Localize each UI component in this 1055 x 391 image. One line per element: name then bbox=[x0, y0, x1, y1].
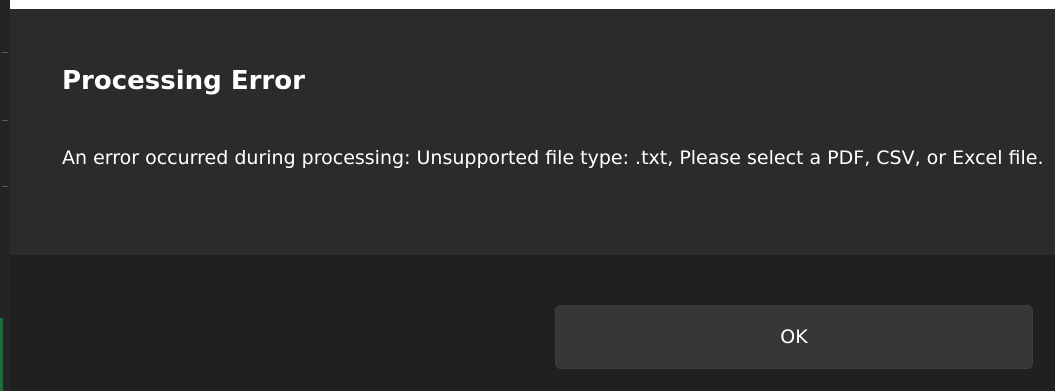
dialog-message: An error occurred during processing: Uns… bbox=[62, 147, 1044, 169]
edge-tick bbox=[2, 52, 8, 53]
background-window-edge bbox=[0, 0, 10, 391]
edge-tick bbox=[2, 186, 8, 187]
error-dialog: Processing Error An error occurred durin… bbox=[10, 9, 1055, 391]
dialog-footer: OK bbox=[10, 255, 1055, 391]
ok-button[interactable]: OK bbox=[555, 305, 1033, 369]
edge-tick bbox=[2, 120, 8, 121]
background-accent-strip bbox=[0, 318, 3, 391]
dialog-title: Processing Error bbox=[62, 66, 305, 96]
dialog-content: Processing Error An error occurred durin… bbox=[10, 9, 1055, 255]
